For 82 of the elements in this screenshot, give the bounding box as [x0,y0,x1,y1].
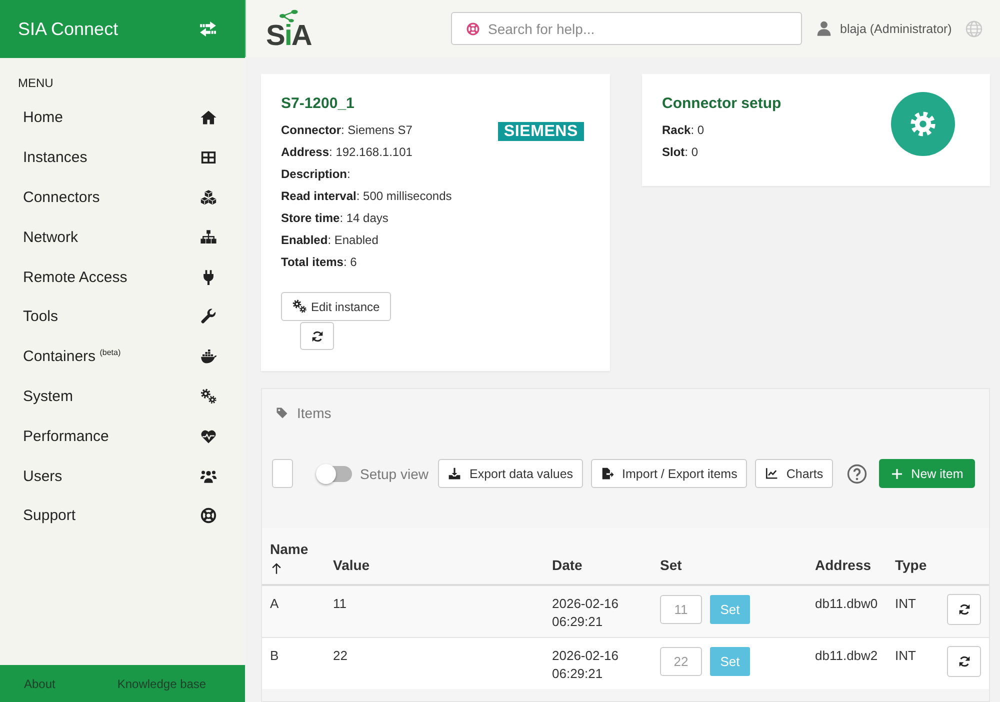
column-header[interactable]: Address [815,556,872,575]
table-cell: 22 [333,648,348,662]
column-header[interactable]: Value [333,556,370,575]
detail-text: Enabled: Enabled [281,232,378,249]
column-header[interactable]: Set [660,556,682,575]
detail-text: Read interval: 500 milliseconds [281,188,452,205]
cubes-icon [200,188,217,206]
menu-item[interactable]: Performance [0,416,245,456]
logo-text: SiA [266,22,312,48]
download-icon [448,467,462,480]
new-item-button[interactable]: New item [879,459,976,488]
menu-item[interactable]: Home [0,98,245,138]
toggle-label: Setup view [360,466,428,482]
menu-item[interactable]: Remote Access [0,257,245,297]
file-export-icon [601,467,614,480]
search-field[interactable]: Search for help... [451,12,802,45]
wrench-icon [200,308,217,326]
table-cell: 11 [333,596,346,611]
gear-icon [891,92,955,156]
home-icon [200,109,217,126]
instance-title: S7-1200_1 [281,94,354,114]
table-cell: 2026-02-16 06:29:21 [552,596,618,629]
menu-item[interactable]: Instances [0,138,245,178]
tag-icon [276,407,288,419]
detail-text: Slot: 0 [662,144,700,161]
heartbeat-icon [200,428,217,445]
menu-item[interactable]: Tools [0,296,245,337]
toolbar-button[interactable]: Export data values [438,459,584,488]
refresh-icon [958,603,970,616]
network-nodes-icon [278,8,300,22]
refresh-button[interactable] [300,322,334,350]
column-header[interactable]: Type [895,556,927,575]
grid-icon [200,149,217,166]
brand-logo: SIEMENS [498,122,584,141]
menu-heading: MENU [18,76,54,90]
plus-icon [891,468,904,480]
detail-text: Store time: 14 days [281,210,388,227]
line-chart-icon [765,467,778,480]
users-icon [200,468,217,485]
value-input[interactable]: 22 [660,646,702,676]
table-cell: B [270,648,279,662]
edit-instance-button[interactable]: Edit instance [281,292,391,321]
cogs-icon [292,299,307,314]
cogs-icon [200,388,217,405]
lifebuoy-icon [466,22,480,36]
setup-title: Connector setup [662,94,782,114]
refresh-button[interactable] [947,646,981,676]
swap-arrows-icon[interactable] [198,19,218,39]
menu-item[interactable]: Containers $^{(beta)}$ [0,336,245,377]
table-cell: db11.dbw0 [815,596,878,611]
sitemap-icon [200,228,217,246]
table-cell: INT [895,596,916,611]
user-icon [816,20,832,37]
refresh-icon [310,330,324,342]
column-header[interactable]: Name [270,540,308,559]
menu-item[interactable]: Connectors [0,178,245,218]
column-header[interactable]: Date [552,556,582,575]
refresh-icon [958,654,970,668]
menu-item[interactable]: Users [0,456,245,496]
menu-item[interactable]: Network [0,217,245,258]
detail-text: Description: [281,166,350,183]
value-input[interactable]: 11 [660,595,702,624]
toolbar-button[interactable]: Charts [755,459,834,488]
panel-title: Items [297,404,332,423]
user-name[interactable]: blaja (Administrator) [840,22,952,36]
help-icon[interactable] [847,464,868,484]
refresh-button[interactable] [947,594,981,625]
table-cell: 2026-02-16 06:29:21 [552,648,618,680]
detail-text: Total items: 6 [281,254,357,271]
menu-item[interactable]: System [0,376,245,416]
detail-text: Address: 192.168.1.101 [281,144,412,161]
app-title: SIA Connect [18,18,118,40]
table-cell: INT [895,648,916,662]
detail-text: Connector: Siemens S7 [281,122,412,139]
whale-icon [200,348,217,366]
table-cell: A [270,596,279,611]
toolbar-button[interactable]: Import / Export items [591,459,748,488]
menu-item[interactable]: Support [0,496,245,536]
detail-text: Rack: 0 [662,122,706,139]
toggle-switch[interactable] [316,464,352,484]
lifebuoy-icon [200,507,217,524]
table-cell: db11.dbw2 [815,648,878,662]
